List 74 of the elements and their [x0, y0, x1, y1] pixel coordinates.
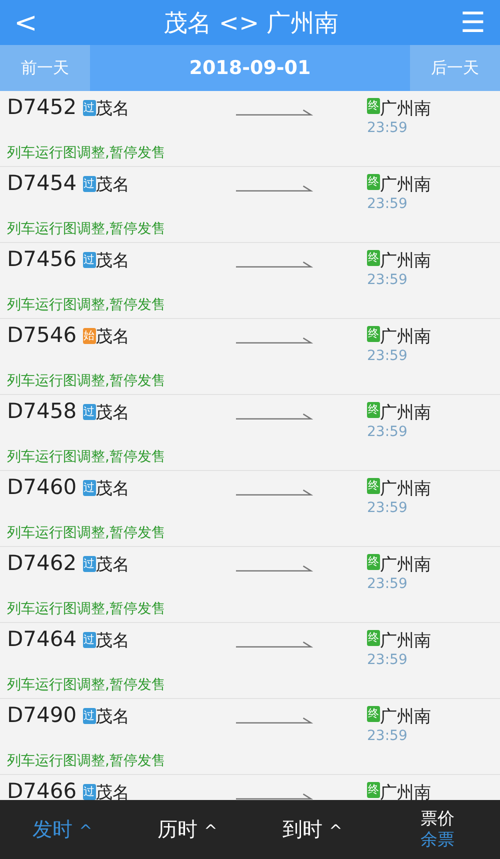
departure-station: 茂名	[96, 98, 130, 120]
train-number: D7460	[7, 475, 77, 499]
station-badge: 终	[367, 326, 380, 342]
departure-station: 茂名	[96, 782, 130, 800]
station-badge: 终	[367, 174, 380, 190]
sort-button[interactable]: 历时 ^	[125, 816, 250, 843]
status-note: 列车运行图调整,暂停发售	[7, 600, 166, 618]
departure-station: 茂名	[96, 478, 130, 500]
departure-station: 茂名	[96, 630, 130, 652]
status-note: 列车运行图调整,暂停发售	[7, 524, 166, 542]
arrival-time: 23:59	[367, 348, 408, 364]
station-badge: 过	[82, 176, 96, 192]
arrival-station: 广州南	[380, 174, 431, 196]
status-note: 列车运行图调整,暂停发售	[7, 144, 166, 162]
arrival-time: 23:59	[367, 424, 408, 440]
sort-button[interactable]: 到时 ^	[250, 816, 375, 843]
train-number: D7464	[7, 627, 77, 651]
station-badge: 终	[367, 402, 380, 418]
station-badge: 过	[82, 252, 96, 268]
status-note: 列车运行图调整,暂停发售	[7, 448, 166, 466]
station-badge: 终	[367, 250, 380, 266]
arrival-station: 广州南	[380, 402, 431, 424]
station-badge: 过	[82, 404, 96, 420]
train-number: D7456	[7, 247, 77, 271]
departure-station: 茂名	[96, 402, 130, 424]
station-badge: 终	[367, 98, 380, 114]
status-note: 列车运行图调整,暂停发售	[7, 752, 166, 770]
station-badge: 终	[367, 630, 380, 646]
station-badge: 终	[367, 478, 380, 494]
route-title: 茂名 <> 广州南	[163, 8, 339, 38]
status-note: 列车运行图调整,暂停发售	[7, 220, 166, 238]
train-number: D7546	[7, 323, 77, 347]
station-badge: 终	[367, 782, 380, 798]
station-badge: 终	[367, 554, 380, 570]
sort-button[interactable]: 票价 余票	[375, 809, 500, 850]
arrival-station: 广州南	[380, 782, 431, 800]
station-badge: 过	[82, 708, 96, 724]
departure-station: 茂名	[96, 250, 130, 272]
arrival-station: 广州南	[380, 326, 431, 348]
departure-station: 茂名	[96, 554, 130, 576]
status-note: 列车运行图调整,暂停发售	[7, 296, 166, 314]
arrival-time: 23:59	[367, 652, 408, 668]
arrival-time: 23:59	[367, 576, 408, 592]
date-label: 2018-09-01	[188, 56, 312, 81]
departure-station: 茂名	[96, 174, 130, 196]
station-badge: 始	[82, 328, 96, 344]
arrival-station: 广州南	[380, 706, 431, 728]
train-number: D7458	[7, 399, 77, 423]
arrival-station: 广州南	[380, 250, 431, 272]
departure-station: 茂名	[96, 326, 130, 348]
arrival-time: 23:59	[367, 500, 408, 516]
train-number: D7490	[7, 703, 77, 727]
arrival-time: 23:59	[367, 196, 408, 212]
status-note: 列车运行图调整,暂停发售	[7, 676, 166, 694]
station-badge: 过	[82, 784, 96, 800]
departure-station: 茂名	[96, 706, 130, 728]
arrival-time: 23:59	[367, 272, 408, 288]
arrival-time: 23:59	[367, 728, 408, 744]
station-badge: 过	[82, 480, 96, 496]
arrival-station: 广州南	[380, 554, 431, 576]
station-badge: 终	[367, 706, 380, 722]
arrival-station: 广州南	[380, 478, 431, 500]
station-badge: 过	[82, 556, 96, 572]
sort-button[interactable]: 发时 ^	[0, 816, 125, 843]
station-badge: 过	[82, 100, 96, 116]
train-number: D7466	[7, 779, 77, 800]
status-note: 列车运行图调整,暂停发售	[7, 372, 166, 390]
arrival-time: 23:59	[367, 120, 408, 136]
train-number: D7452	[7, 95, 77, 119]
arrival-station: 广州南	[380, 98, 431, 120]
train-number: D7462	[7, 551, 77, 575]
train-number: D7454	[7, 171, 77, 195]
station-badge: 过	[82, 632, 96, 648]
arrival-station: 广州南	[380, 630, 431, 652]
